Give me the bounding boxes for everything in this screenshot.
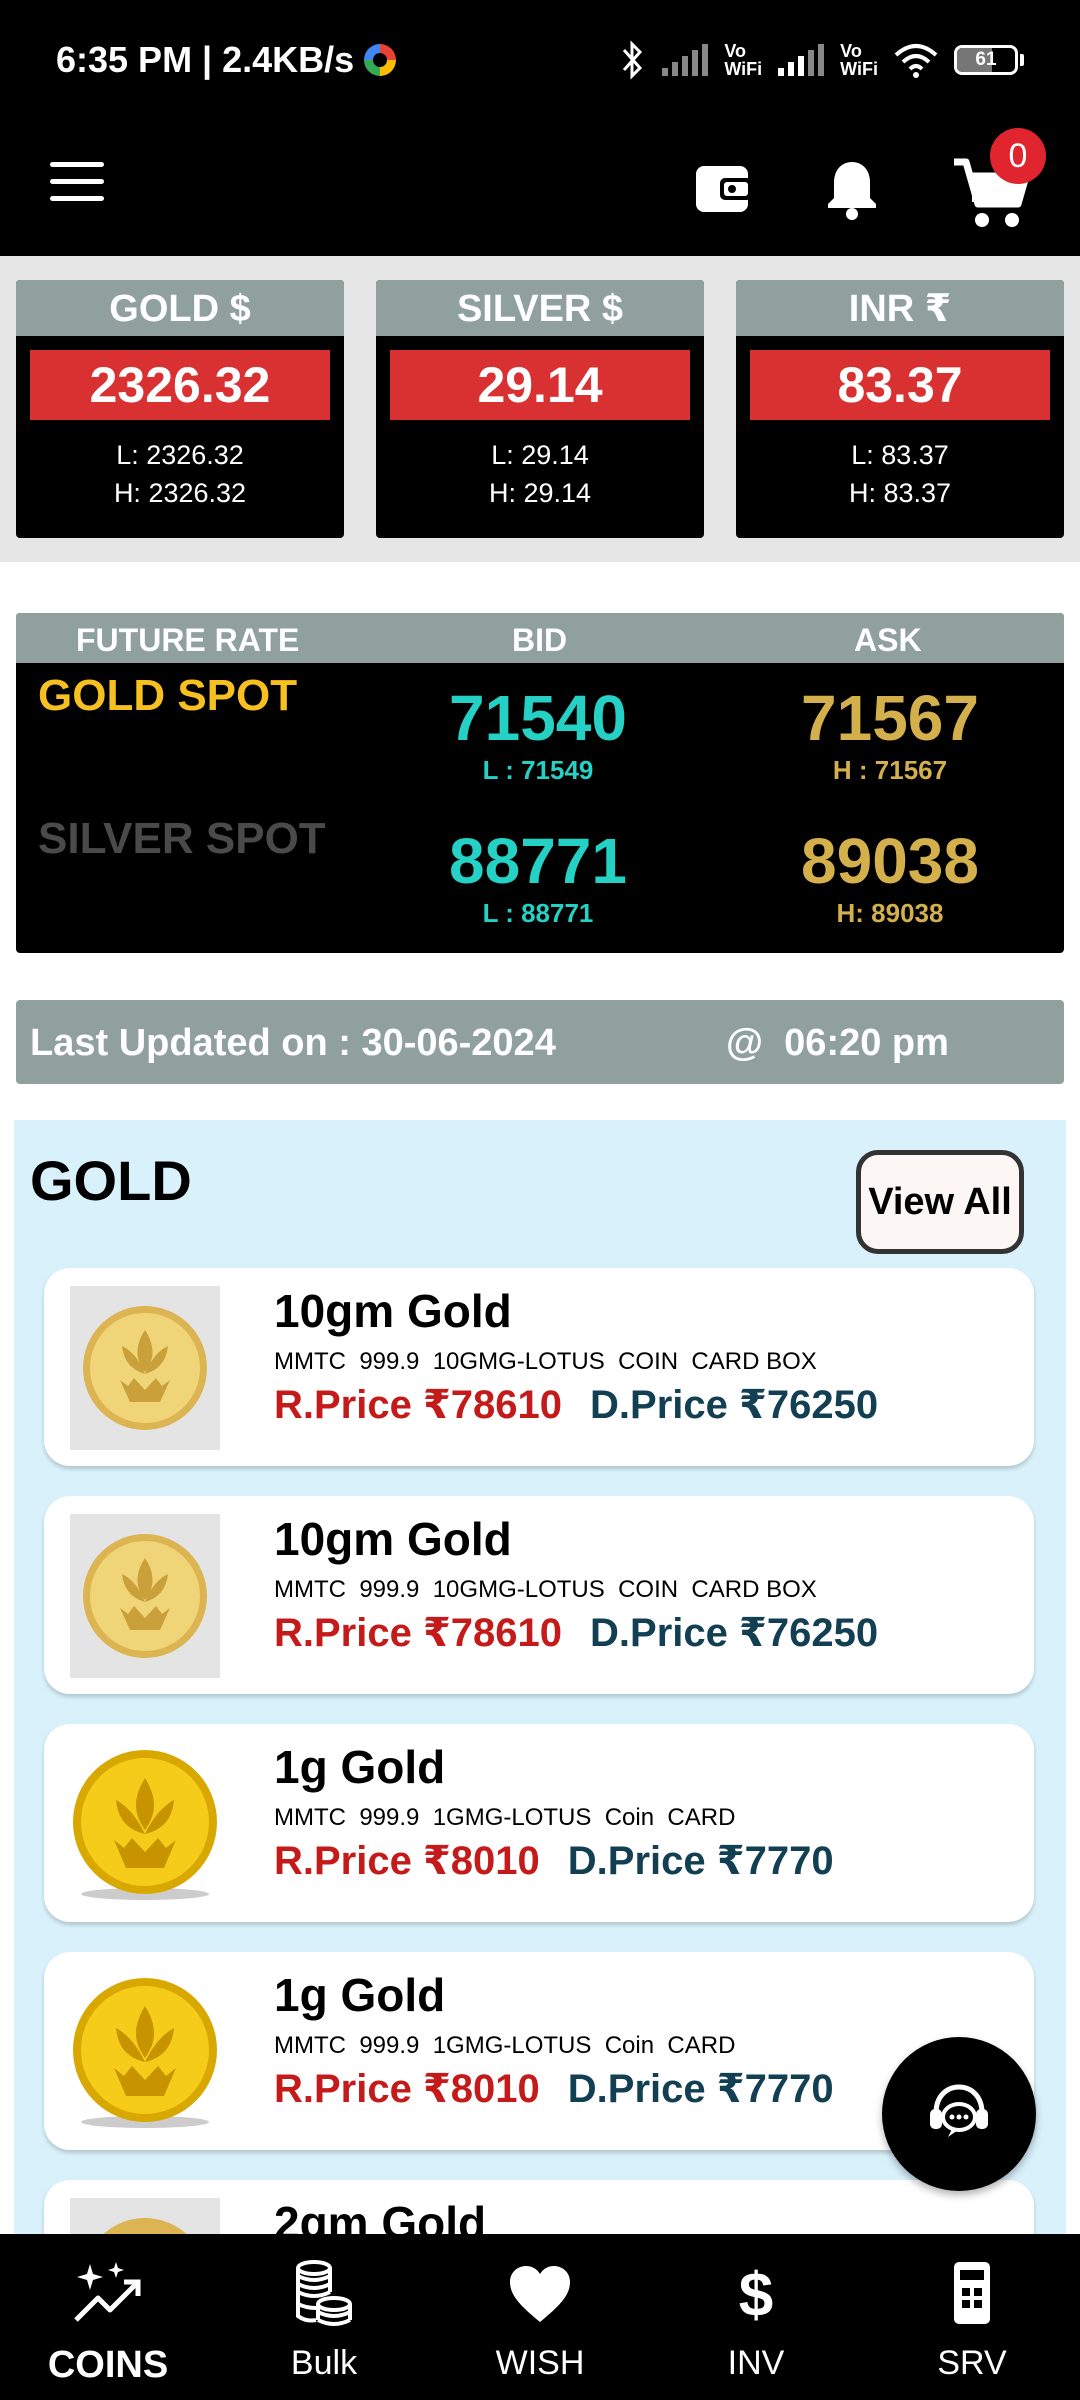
rate-card-value: 2326.32 <box>30 350 330 420</box>
view-all-button[interactable]: View All <box>856 1150 1024 1254</box>
cart-count-badge: 0 <box>990 128 1046 184</box>
ask-high: H : 71567 <box>832 755 948 785</box>
rate-card-high: H: 29.14 <box>488 478 592 508</box>
header-bid: BID <box>512 622 568 658</box>
wifi-icon <box>892 41 940 79</box>
nav-label: Bulk <box>290 2344 358 2382</box>
bottom-navigation: COINS Bulk WISH $ INV SRV <box>0 2234 1080 2400</box>
rate-card-value: 83.37 <box>750 350 1050 420</box>
future-rate-header: FUTURE RATE BID ASK <box>16 613 1064 663</box>
rate-card-title: INR ₹ <box>736 280 1064 336</box>
status-bar: 6:35 PM | 2.4KB/s Vo WiFi Vo WiFi 61 <box>0 0 1080 120</box>
product-name: 1g Gold <box>274 1741 446 1793</box>
status-icons: Vo WiFi Vo WiFi 61 <box>618 40 1024 80</box>
gold-coin-box-thumbnail <box>70 1514 220 1678</box>
retail-price: R.Price ₹8010 <box>274 2067 540 2111</box>
vowifi-label: Vo WiFi <box>724 41 763 79</box>
product-card[interactable]: 1g Gold MMTC 999.9 1GMG-LOTUS Coin CARD … <box>44 1724 1034 1922</box>
nav-item-inv[interactable]: $ INV <box>648 2234 864 2400</box>
spot-name: GOLD SPOT <box>38 671 298 720</box>
calculator-icon <box>954 2262 990 2324</box>
nav-label: SRV <box>937 2344 1007 2382</box>
nav-label: COINS <box>47 2344 169 2386</box>
section-title: GOLD <box>30 1149 192 1212</box>
battery-tip <box>1020 54 1024 66</box>
rate-card-silver[interactable]: SILVER $ 29.14 L: 29.14 H: 29.14 <box>376 280 704 538</box>
rate-card-high: H: 2326.32 <box>113 478 247 508</box>
retail-price: R.Price ₹8010 <box>274 1839 540 1883</box>
ask-high: H: 89038 <box>836 898 944 928</box>
future-rate-table: FUTURE RATE BID ASK GOLD SPOT 71540 L : … <box>16 613 1064 953</box>
signal-icon <box>776 42 826 78</box>
bid-value: 71540 <box>449 682 627 754</box>
support-chat-button[interactable] <box>882 2037 1036 2191</box>
nav-item-coins[interactable]: COINS <box>0 2234 216 2400</box>
rate-card-high: H: 83.37 <box>848 478 952 508</box>
rate-card-inr[interactable]: INR ₹ 83.37 L: 83.37 H: 83.37 <box>736 280 1064 538</box>
product-description: MMTC 999.9 10GMG-LOTUS COIN CARD BOX <box>274 1576 817 1603</box>
spot-name: SILVER SPOT <box>38 814 326 863</box>
rate-card-title: SILVER $ <box>376 280 704 336</box>
gold-coin-thumbnail <box>70 1970 220 2134</box>
dealer-price: D.Price ₹7770 <box>567 2067 834 2111</box>
nav-label: WISH <box>495 2344 585 2382</box>
bid-value: 88771 <box>449 825 627 897</box>
retail-price: R.Price ₹78610 <box>274 1383 563 1427</box>
app-screen: 6:35 PM | 2.4KB/s Vo WiFi Vo WiFi 61 0 G… <box>0 0 1080 2400</box>
status-time: 6:35 PM | 2.4KB/s <box>56 39 355 80</box>
product-name: 1g Gold <box>274 1969 446 2021</box>
vowifi-label: Vo WiFi <box>840 41 878 79</box>
header-future-rate: FUTURE RATE <box>76 622 300 658</box>
last-updated-time: @ 06:20 pm <box>726 1022 949 1064</box>
ask-value: 71567 <box>801 682 979 754</box>
heart-icon <box>510 2266 570 2322</box>
bid-low: L : 88771 <box>482 898 594 928</box>
retail-price: R.Price ₹78610 <box>274 1611 563 1655</box>
product-description: MMTC 999.9 10GMG-LOTUS COIN CARD BOX <box>274 1348 817 1375</box>
dollar-icon: $ <box>739 2261 773 2330</box>
product-description: MMTC 999.9 1GMG-LOTUS Coin CARD <box>274 1804 736 1831</box>
live-rates-panel: GOLD $ 2326.32 L: 2326.32 H: 2326.32 SIL… <box>0 256 1080 562</box>
battery-icon: 61 <box>954 45 1018 75</box>
product-card[interactable]: 10gm Gold MMTC 999.9 10GMG-LOTUS COIN CA… <box>44 1496 1034 1694</box>
last-updated-bar: Last Updated on : 30-06-2024 @ 06:20 pm <box>16 1000 1064 1084</box>
rate-card-title: GOLD $ <box>16 280 344 336</box>
rate-card-gold[interactable]: GOLD $ 2326.32 L: 2326.32 H: 2326.32 <box>16 280 344 538</box>
svg-text:$: $ <box>739 2261 773 2330</box>
future-row-silver: SILVER SPOT 88771 L : 88771 89038 H: 890… <box>16 806 1064 946</box>
dealer-price: D.Price ₹76250 <box>590 1611 879 1655</box>
nav-item-bulk[interactable]: Bulk <box>216 2234 432 2400</box>
rate-card-low: L: 2326.32 <box>116 440 244 470</box>
dealer-price: D.Price ₹76250 <box>590 1383 879 1427</box>
rate-card-value: 29.14 <box>390 350 690 420</box>
sparkle-chart-icon <box>74 2262 141 2322</box>
nav-item-srv[interactable]: SRV <box>864 2234 1080 2400</box>
future-row-gold: GOLD SPOT 71540 L : 71549 71567 H : 7156… <box>16 663 1064 803</box>
bluetooth-icon <box>618 40 646 80</box>
gold-coin-thumbnail <box>70 1742 220 1906</box>
rate-card-low: L: 29.14 <box>491 440 589 470</box>
bid-low: L : 71549 <box>482 755 594 785</box>
rate-card-low: L: 83.37 <box>851 440 949 470</box>
ask-value: 89038 <box>801 825 979 897</box>
app-bar <box>0 120 1080 256</box>
menu-icon[interactable] <box>50 162 104 212</box>
header-ask: ASK <box>854 622 922 658</box>
product-card[interactable]: 10gm Gold MMTC 999.9 10GMG-LOTUS COIN CA… <box>44 1268 1034 1466</box>
nav-label: INV <box>727 2344 785 2382</box>
gold-coin-box-thumbnail <box>70 1286 220 1450</box>
signal-icon <box>660 42 710 78</box>
nav-item-wish[interactable]: WISH <box>432 2234 648 2400</box>
product-name: 10gm Gold <box>274 1513 512 1565</box>
wallet-icon[interactable] <box>690 154 758 222</box>
support-chat-icon <box>930 2084 988 2137</box>
photos-notification-icon <box>364 44 397 76</box>
product-description: MMTC 999.9 1GMG-LOTUS Coin CARD <box>274 2032 736 2059</box>
bell-icon[interactable] <box>818 154 886 222</box>
coins-stack-icon <box>296 2260 352 2326</box>
dealer-price: D.Price ₹7770 <box>567 1839 834 1883</box>
last-updated-date: Last Updated on : 30-06-2024 <box>30 1022 556 1064</box>
product-name: 10gm Gold <box>274 1285 512 1337</box>
